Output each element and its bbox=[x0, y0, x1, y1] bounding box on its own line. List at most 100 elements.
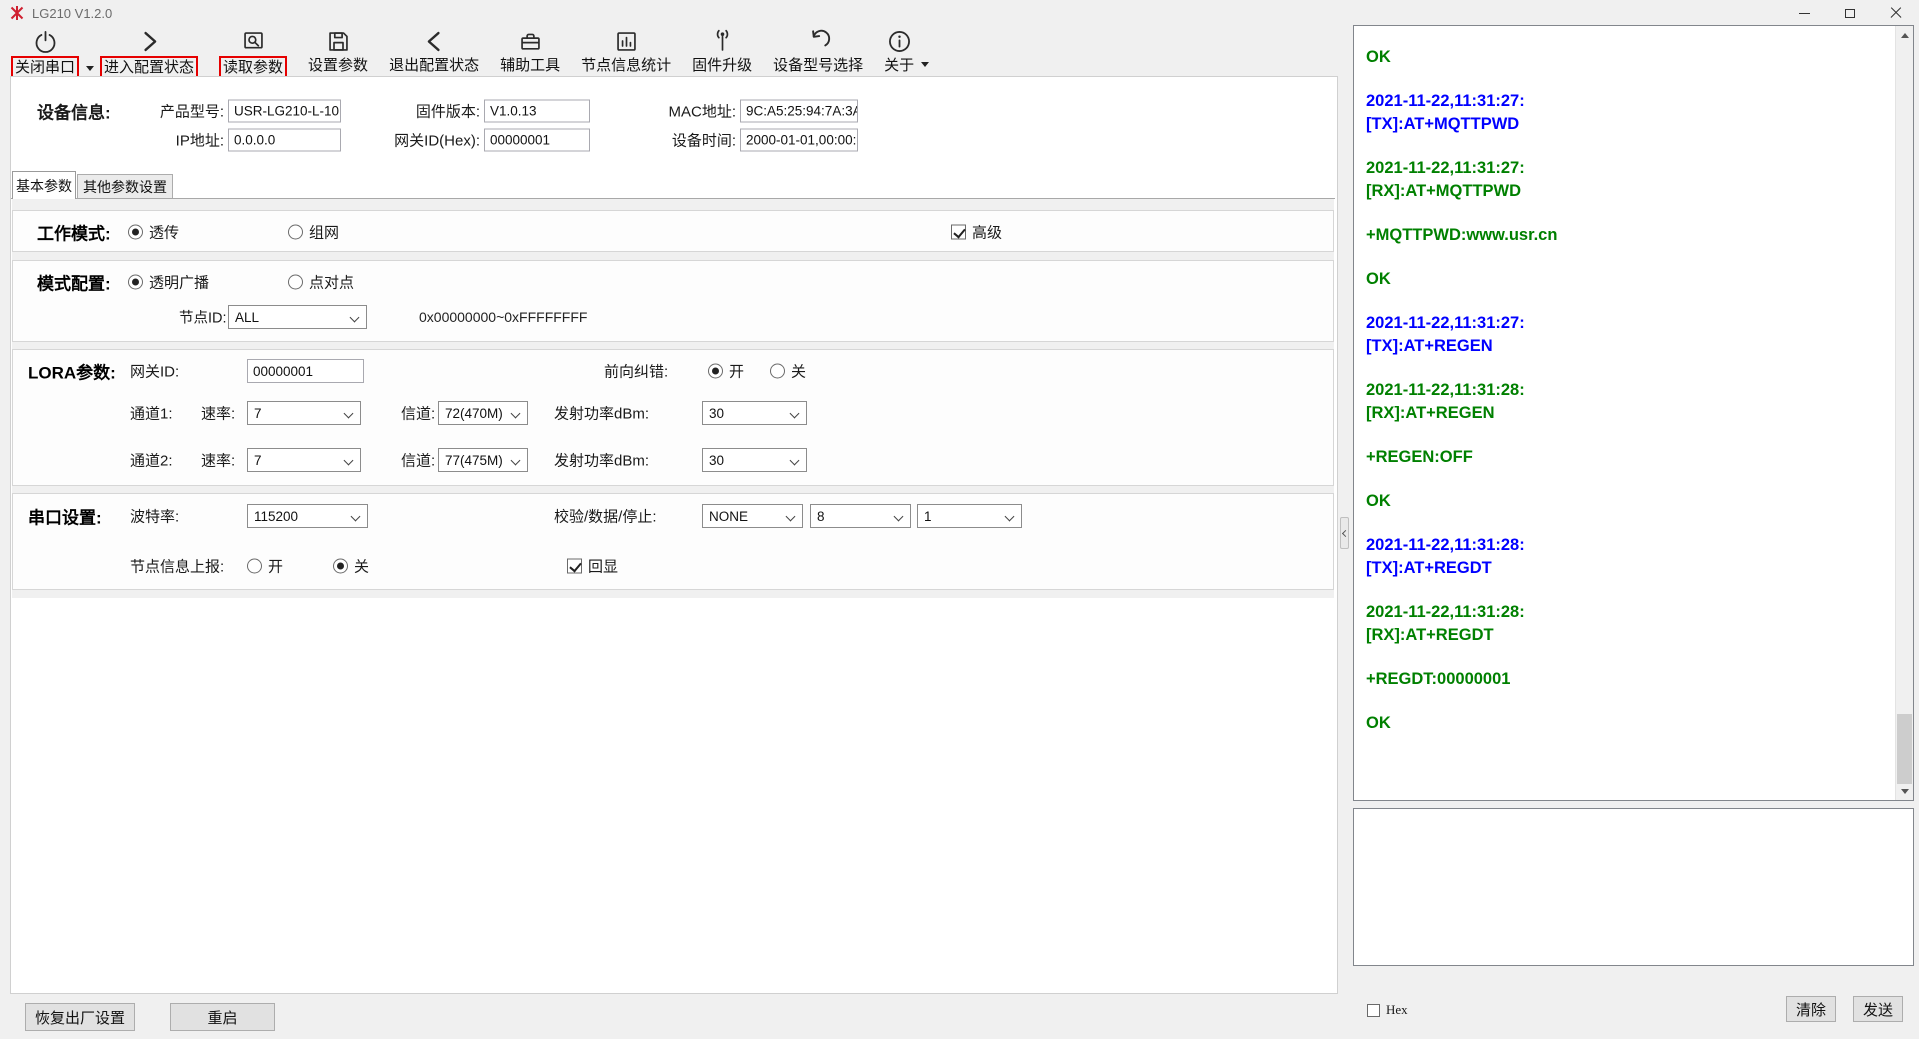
chevron-down-icon[interactable] bbox=[921, 62, 929, 67]
product-model-label: 产品型号: bbox=[140, 101, 224, 122]
maximize-button[interactable] bbox=[1827, 0, 1873, 26]
tab-divider bbox=[11, 198, 1335, 199]
log-line: 2021-11-22,11:31:27: [TX]:AT+MQTTPWD bbox=[1366, 90, 1889, 136]
scroll-down-button[interactable] bbox=[1896, 782, 1913, 800]
radio-icon bbox=[128, 225, 143, 240]
channel2-channel-label: 信道: bbox=[401, 450, 435, 471]
mac-address-input[interactable]: 9C:A5:25:94:7A:3A bbox=[740, 100, 858, 123]
radio-report-off[interactable]: 关 bbox=[333, 556, 369, 577]
data-bits-select[interactable]: 8 bbox=[810, 504, 911, 528]
stop-bits-value: 1 bbox=[924, 509, 932, 524]
device-info-title-wrap: 设备信息: bbox=[37, 99, 111, 124]
channel2-rate-label: 速率: bbox=[201, 450, 235, 471]
node-report-label: 节点信息上报: bbox=[130, 556, 224, 577]
channel2-channel-select[interactable]: 77(475M) bbox=[438, 448, 528, 472]
log-line: 2021-11-22,11:31:28: [TX]:AT+REGDT bbox=[1366, 534, 1889, 580]
node-stats-button[interactable]: 节点信息统计 bbox=[578, 27, 674, 76]
channel2-power-label-wrap: 发射功率dBm: bbox=[554, 450, 649, 471]
window-title: LG210 V1.2.0 bbox=[32, 6, 112, 21]
checkbox-icon bbox=[951, 225, 966, 240]
channel2-channel-label-wrap: 信道: bbox=[401, 450, 435, 471]
chevron-down-icon[interactable] bbox=[86, 66, 94, 71]
baud-select[interactable]: 115200 bbox=[247, 504, 368, 528]
node-id-select[interactable]: ALL bbox=[228, 305, 367, 329]
radio-report-on[interactable]: 开 bbox=[247, 556, 283, 577]
channel2-power-select[interactable]: 30 bbox=[702, 448, 807, 472]
enter-config-button[interactable]: 进入配置状态 bbox=[97, 27, 201, 80]
tab-basic-params-label: 基本参数 bbox=[16, 176, 72, 196]
about-label: 关于 bbox=[884, 56, 914, 75]
radio-network-mode[interactable]: 组网 bbox=[288, 222, 339, 243]
read-params-button[interactable]: 读取参数 bbox=[216, 27, 290, 80]
node-id-hint-wrap: 0x00000000~0xFFFFFFFF bbox=[419, 309, 587, 325]
tab-other-params[interactable]: 其他参数设置 bbox=[77, 174, 173, 198]
gateway-id-label: 网关ID: bbox=[130, 361, 179, 382]
channel1-rate-label: 速率: bbox=[201, 403, 235, 424]
firmware-version-input[interactable]: V1.0.13 bbox=[484, 100, 590, 123]
stop-bits-select[interactable]: 1 bbox=[917, 504, 1022, 528]
product-model-input[interactable]: USR-LG210-L-10 bbox=[228, 100, 341, 123]
tab-basic-params[interactable]: 基本参数 bbox=[12, 171, 76, 199]
device-info-title: 设备信息: bbox=[37, 99, 111, 124]
scroll-up-button[interactable] bbox=[1896, 26, 1913, 44]
clear-button[interactable]: 清除 bbox=[1786, 996, 1836, 1022]
close-serial-button[interactable]: 关闭串口 bbox=[8, 27, 82, 80]
minimize-button[interactable] bbox=[1781, 0, 1827, 26]
restart-button[interactable]: 重启 bbox=[170, 1003, 275, 1031]
ip-address-input[interactable]: 0.0.0.0 bbox=[228, 129, 341, 152]
pds-label-wrap: 校验/数据/停止: bbox=[554, 506, 657, 527]
triangle-down-icon bbox=[1901, 789, 1909, 794]
section-work-mode: 工作模式: 透传 组网 高级 bbox=[12, 210, 1334, 252]
log-line: OK bbox=[1366, 46, 1889, 69]
channel1-channel-select[interactable]: 72(470M) bbox=[438, 401, 528, 425]
factory-reset-button[interactable]: 恢复出厂设置 bbox=[25, 1003, 135, 1031]
chevron-left-icon bbox=[421, 28, 448, 55]
lora-title: LORA参数: bbox=[28, 359, 116, 384]
baud-label: 波特率: bbox=[130, 506, 179, 527]
close-button[interactable] bbox=[1873, 0, 1919, 26]
radio-transparent-mode[interactable]: 透传 bbox=[128, 222, 179, 243]
about-button[interactable]: 关于 bbox=[881, 27, 917, 76]
field-device-time: 设备时间: 2000-01-01,00:00:80 bbox=[652, 129, 858, 152]
panel-splitter-handle[interactable] bbox=[1340, 517, 1349, 549]
firmware-version-label: 固件版本: bbox=[396, 101, 480, 122]
scrollbar-thumb[interactable] bbox=[1897, 714, 1912, 784]
section-mode-config: 模式配置: 透明广播 点对点 节点ID: ALL 0x00000000~0xFF… bbox=[12, 260, 1334, 342]
radio-broadcast-mode[interactable]: 透明广播 bbox=[128, 272, 209, 293]
firmware-upgrade-button[interactable]: 固件升级 bbox=[689, 27, 755, 76]
send-button[interactable]: 发送 bbox=[1853, 996, 1903, 1022]
chevron-right-icon bbox=[136, 28, 163, 55]
channel1-rate-select[interactable]: 7 bbox=[247, 401, 361, 425]
channel1-power-label-wrap: 发射功率dBm: bbox=[554, 403, 649, 424]
parity-select[interactable]: NONE bbox=[702, 504, 803, 528]
set-params-button[interactable]: 设置参数 bbox=[305, 27, 371, 76]
field-firmware-version: 固件版本: V1.0.13 bbox=[396, 100, 590, 123]
echo-checkbox[interactable]: 回显 bbox=[567, 556, 618, 577]
advanced-checkbox-label: 高级 bbox=[972, 222, 1002, 243]
data-bits-value: 8 bbox=[817, 509, 825, 524]
exit-config-button[interactable]: 退出配置状态 bbox=[386, 27, 482, 76]
radio-p2p-mode[interactable]: 点对点 bbox=[288, 272, 354, 293]
send-input[interactable] bbox=[1353, 808, 1914, 966]
radio-fec-off[interactable]: 关 bbox=[770, 361, 806, 382]
log-line: +REGEN:OFF bbox=[1366, 446, 1889, 469]
device-model-button[interactable]: 设备型号选择 bbox=[770, 27, 866, 76]
channel1-channel-value: 72(470M) bbox=[445, 406, 503, 421]
advanced-checkbox[interactable]: 高级 bbox=[951, 222, 1002, 243]
aux-tools-button[interactable]: 辅助工具 bbox=[497, 27, 563, 76]
aux-tools-label: 辅助工具 bbox=[500, 56, 560, 75]
gateway-id-hex-input[interactable]: 00000001 bbox=[484, 129, 590, 152]
gateway-id-input[interactable]: 00000001 bbox=[247, 359, 364, 383]
radio-broadcast-label: 透明广播 bbox=[149, 272, 209, 293]
app-window: LG210 V1.2.0 关闭串口 进入配置状态 读取参数 bbox=[0, 0, 1919, 1039]
field-product-model: 产品型号: USR-LG210-L-10 bbox=[140, 100, 341, 123]
channel1-power-select[interactable]: 30 bbox=[702, 401, 807, 425]
log-scrollbar[interactable] bbox=[1895, 26, 1913, 800]
info-icon bbox=[886, 28, 913, 55]
device-time-input[interactable]: 2000-01-01,00:00:80 bbox=[740, 129, 858, 152]
channel2-rate-select[interactable]: 7 bbox=[247, 448, 361, 472]
toolbox-icon bbox=[517, 28, 544, 55]
radio-fec-on[interactable]: 开 bbox=[708, 361, 744, 382]
log-line: 2021-11-22,11:31:27: [TX]:AT+REGEN bbox=[1366, 312, 1889, 358]
hex-checkbox[interactable]: Hex bbox=[1367, 1002, 1408, 1018]
